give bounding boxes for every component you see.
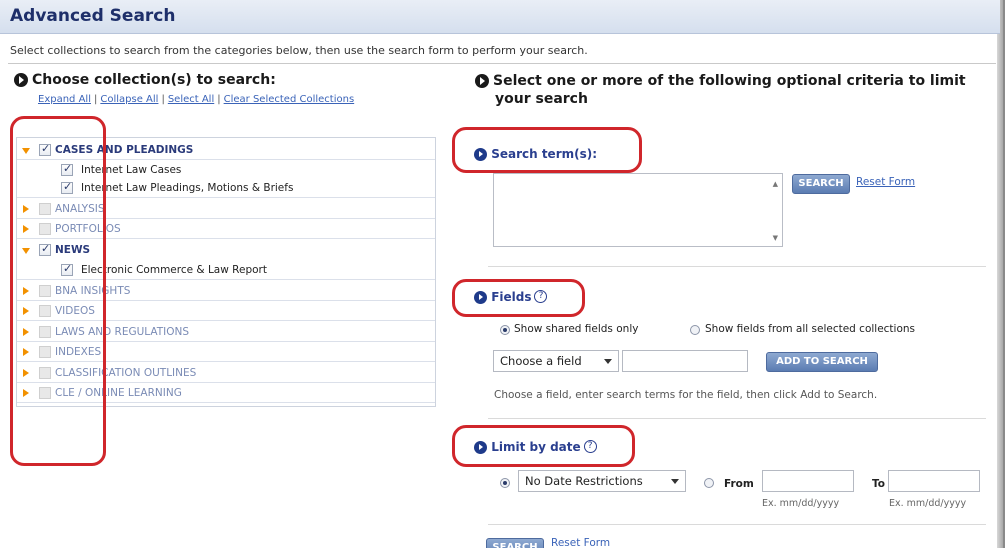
bottom-reset-form-link[interactable]: Reset Form <box>551 537 610 548</box>
divider <box>488 524 986 525</box>
chevron-down-icon <box>604 359 612 364</box>
chevron-down-icon <box>671 479 679 484</box>
advanced-search-panel: Advanced Search Select collections to se… <box>0 0 1005 548</box>
collection-actions: Expand All | Collapse All | Select All | Clear… <box>38 94 355 105</box>
from-label: From <box>724 478 754 490</box>
collections-heading: Choose collection(s) to search: <box>14 72 276 88</box>
search-button[interactable]: SEARCH <box>792 174 850 194</box>
scroll-down-icon[interactable]: ▼ <box>773 234 778 242</box>
date-range-radio[interactable] <box>704 478 714 488</box>
step-arrow-icon <box>475 74 489 88</box>
step-arrow-icon <box>14 73 28 87</box>
shared-fields-label: Show shared fields only <box>514 323 639 335</box>
choose-field-select[interactable]: Choose a field <box>493 350 619 372</box>
collection-label: Internet Law Pleadings, Motions & Briefs <box>81 182 294 194</box>
to-date-hint: Ex. mm/dd/yyyy <box>889 498 967 509</box>
from-date-input[interactable] <box>762 470 854 492</box>
divider <box>488 266 986 267</box>
all-fields-label: Show fields from all selected collection… <box>705 323 916 335</box>
expand-all-link[interactable]: Expand All <box>38 94 91 105</box>
page-title: Advanced Search <box>10 6 176 26</box>
divider <box>488 418 986 419</box>
criteria-heading-line2: your search <box>495 91 588 107</box>
shared-fields-radio[interactable] <box>500 325 510 335</box>
annotation-highlight-fields <box>452 279 585 317</box>
divider <box>8 63 996 64</box>
criteria-heading-line1: Select one or more of the following opti… <box>493 73 966 89</box>
title-bar: Advanced Search <box>0 0 1000 34</box>
add-to-search-button[interactable]: ADD TO SEARCH <box>766 352 878 372</box>
collapse-all-link[interactable]: Collapse All <box>100 94 158 105</box>
all-fields-radio[interactable] <box>690 325 700 335</box>
search-terms-textarea[interactable]: ▲ ▼ <box>493 173 783 247</box>
annotation-highlight-checkboxes <box>10 116 106 466</box>
from-date-hint: Ex. mm/dd/yyyy <box>762 498 840 509</box>
bottom-search-button[interactable]: SEARCH <box>486 538 544 548</box>
select-all-link[interactable]: Select All <box>168 94 214 105</box>
to-label: To <box>872 478 885 490</box>
annotation-highlight-date <box>452 425 635 467</box>
intro-text: Select collections to search from the ca… <box>10 44 588 57</box>
right-edge-shadow <box>997 0 1003 548</box>
collections-heading-text: Choose collection(s) to search: <box>32 72 276 88</box>
annotation-highlight-search-terms <box>452 127 642 173</box>
to-date-input[interactable] <box>888 470 980 492</box>
clear-selected-link[interactable]: Clear Selected Collections <box>224 94 355 105</box>
fields-hint: Choose a field, enter search terms for t… <box>494 389 878 401</box>
reset-form-link[interactable]: Reset Form <box>856 176 915 188</box>
no-date-radio[interactable] <box>500 478 510 488</box>
criteria-heading: Select one or more of the following opti… <box>475 72 995 108</box>
scroll-up-icon[interactable]: ▲ <box>773 180 778 188</box>
collection-label: Electronic Commerce & Law Report <box>81 264 267 276</box>
date-restriction-select[interactable]: No Date Restrictions <box>518 470 686 492</box>
field-term-input[interactable] <box>622 350 748 372</box>
